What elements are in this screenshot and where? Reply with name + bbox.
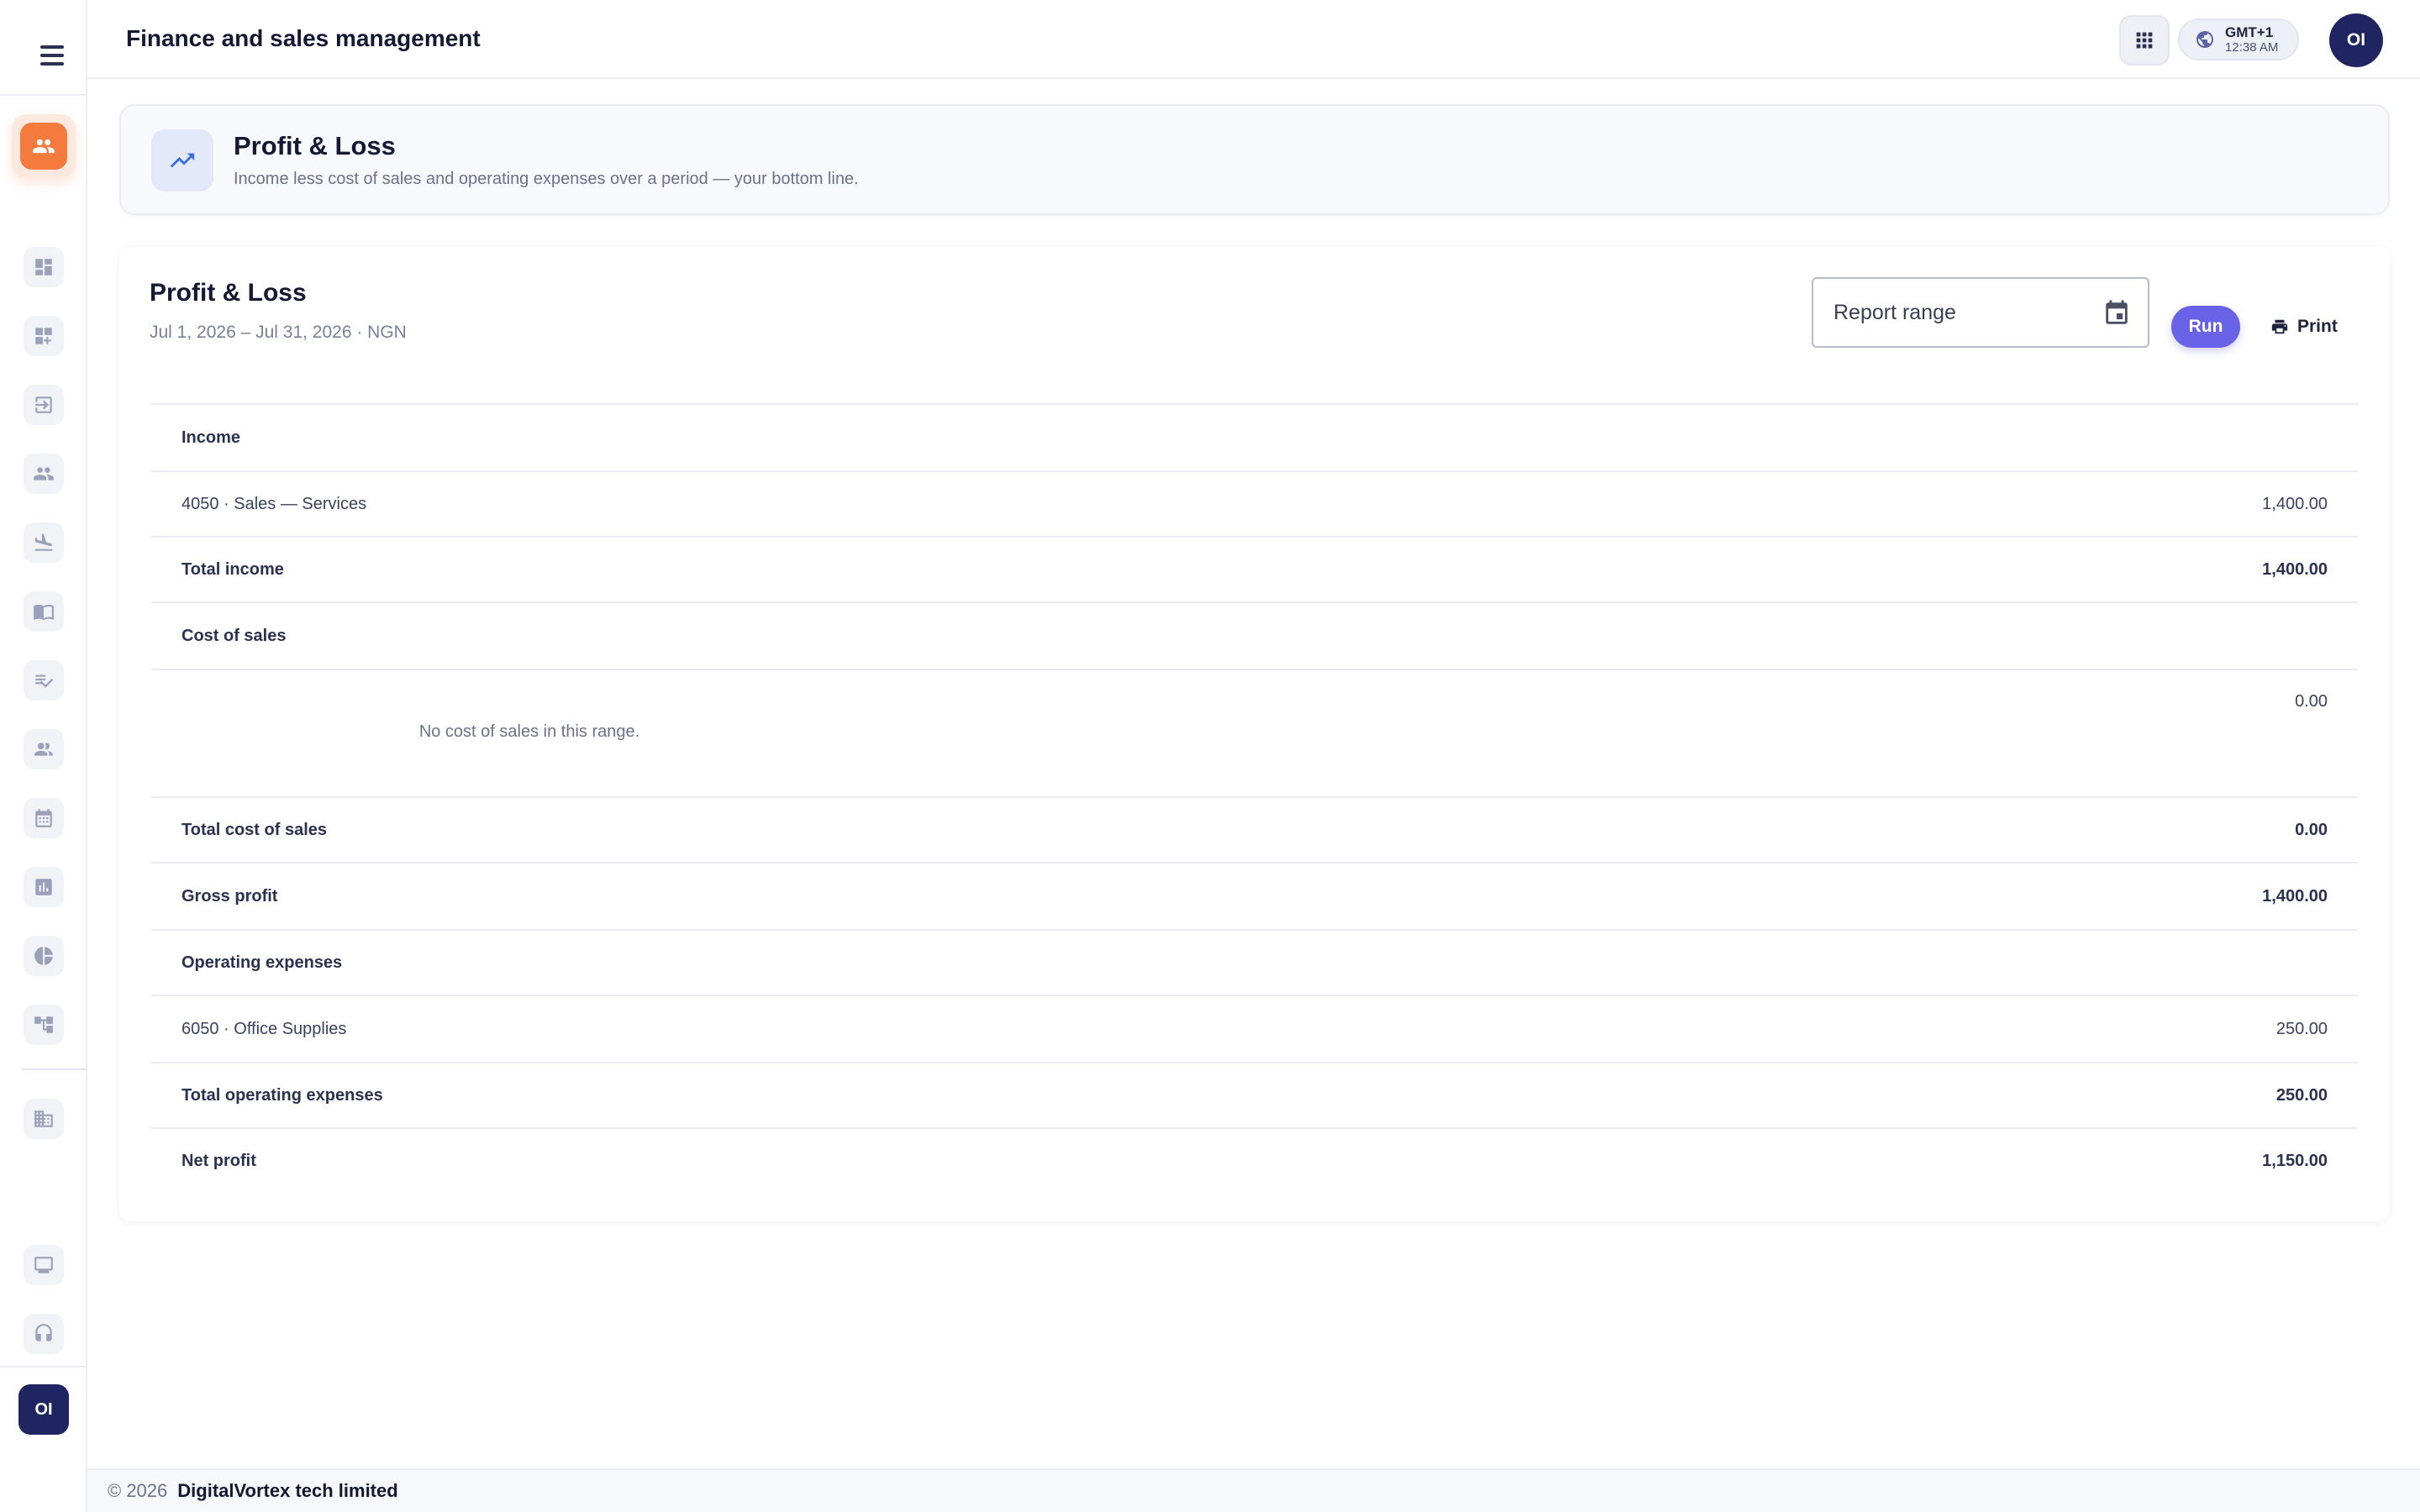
calendar-icon xyxy=(35,809,52,827)
globe-icon xyxy=(2196,31,2213,48)
print-button[interactable]: Print xyxy=(2270,306,2363,348)
pl-table: Income 4050 · Sales — Services 1,400.00 … xyxy=(151,403,2358,1193)
footer: © 2026 DigitalVortex tech limited xyxy=(87,1468,2420,1512)
sidebar-item-calendar[interactable] xyxy=(24,798,64,838)
sidebar-item-hierarchy[interactable] xyxy=(24,1005,64,1045)
timezone-pill[interactable]: GMT+1 12:38 AM xyxy=(2178,18,2299,60)
row-amount: 1,400.00 xyxy=(2262,886,2328,906)
sidebar-item-dashboard[interactable] xyxy=(24,247,64,287)
sidebar-item-desktop[interactable] xyxy=(24,1245,64,1285)
copyright-text: © 2026 xyxy=(108,1480,168,1501)
table-row: Income xyxy=(151,403,2358,470)
group-icon xyxy=(34,743,53,756)
row-amount: 250.00 xyxy=(2275,1019,2328,1038)
table-row: Operating expenses xyxy=(151,929,2358,995)
menu-book-icon xyxy=(34,604,54,621)
sidebar: OI xyxy=(0,0,87,1512)
sidebar-item-active-people[interactable] xyxy=(12,114,76,178)
menu-toggle-icon[interactable] xyxy=(35,39,69,72)
row-amount: 0.00 xyxy=(2295,692,2328,711)
table-row: Gross profit 1,400.00 xyxy=(151,862,2358,929)
table-row: Cost of sales xyxy=(151,601,2358,669)
people-icon xyxy=(33,139,55,154)
sidebar-item-pie-chart[interactable] xyxy=(24,936,64,976)
page-header-card: Profit & Loss Income less cost of sales … xyxy=(119,104,2390,215)
table-row: Net profit 1,150.00 xyxy=(151,1127,2358,1193)
sidebar-item-menu-book[interactable] xyxy=(24,591,64,632)
people-icon xyxy=(34,467,54,480)
run-button[interactable]: Run xyxy=(2171,306,2240,348)
sidebar-item-ledger[interactable] xyxy=(24,1099,64,1139)
sidebar-divider xyxy=(22,1068,86,1070)
report-title: Profit & Loss xyxy=(150,279,307,307)
user-avatar[interactable]: OI xyxy=(2329,13,2383,67)
hierarchy-icon xyxy=(34,1016,53,1033)
sidebar-item-support[interactable] xyxy=(24,1314,64,1354)
table-row: 6050 · Office Supplies 250.00 xyxy=(151,995,2358,1062)
row-amount: 1,400.00 xyxy=(2262,494,2328,513)
dashboard-add-icon xyxy=(35,328,52,344)
table-row: 4050 · Sales — Services 1,400.00 xyxy=(151,470,2358,536)
sidebar-divider xyxy=(0,94,86,96)
sidebar-item-people[interactable] xyxy=(24,454,64,494)
empty-message: No cost of sales in this range. xyxy=(418,722,640,741)
login-icon xyxy=(35,396,52,413)
bar-chart-icon xyxy=(35,879,52,895)
report-period: Jul 1, 2026 – Jul 31, 2026 · NGN xyxy=(150,323,407,342)
row-label: Total income xyxy=(182,559,284,579)
row-amount: 250.00 xyxy=(2275,1085,2328,1105)
flight-land-icon xyxy=(34,533,53,551)
apps-grid-icon xyxy=(2136,32,2153,49)
company-name: DigitalVortex tech limited xyxy=(177,1480,398,1501)
row-label: 6050 · Office Supplies xyxy=(182,1019,347,1038)
desktop-icon xyxy=(34,1257,53,1273)
app-title: Finance and sales management xyxy=(126,25,481,51)
table-row: Total cost of sales 0.00 xyxy=(151,796,2358,862)
apps-grid-button[interactable] xyxy=(2119,15,2170,66)
timezone-label: GMT+1 xyxy=(2225,24,2274,40)
pie-chart-icon xyxy=(34,947,53,965)
row-label: Operating expenses xyxy=(182,953,343,972)
time-label: 12:38 AM xyxy=(2225,40,2279,55)
row-label: Total operating expenses xyxy=(182,1085,383,1105)
row-amount: 1,400.00 xyxy=(2262,559,2328,579)
sidebar-item-dashboard-add[interactable] xyxy=(24,316,64,356)
row-label: Income xyxy=(182,428,241,447)
report-range-field[interactable] xyxy=(1812,277,2149,348)
sidebar-divider xyxy=(0,1366,86,1368)
sidebar-item-group[interactable] xyxy=(24,729,64,769)
report-card: Profit & Loss Jul 1, 2026 – Jul 31, 2026… xyxy=(119,247,2390,1221)
dashboard-icon xyxy=(35,259,52,276)
table-row: Total operating expenses 250.00 xyxy=(151,1062,2358,1127)
playlist-check-icon xyxy=(35,675,54,688)
sidebar-avatar[interactable]: OI xyxy=(18,1384,69,1435)
top-header: Finance and sales management GMT+1 12:38… xyxy=(87,0,2420,79)
calendar-icon[interactable] xyxy=(2102,299,2131,328)
row-amount: 1,150.00 xyxy=(2262,1151,2328,1170)
print-icon xyxy=(2271,319,2288,334)
table-row-empty: 0.00 No cost of sales in this range. xyxy=(151,669,2358,796)
row-amount: 0.00 xyxy=(2295,820,2328,839)
row-label: Gross profit xyxy=(182,886,278,906)
print-label: Print xyxy=(2297,317,2338,336)
support-icon xyxy=(35,1324,52,1341)
sidebar-item-login[interactable] xyxy=(24,385,64,425)
page-subtitle: Income less cost of sales and operating … xyxy=(234,170,859,188)
sidebar-item-flight-land[interactable] xyxy=(24,522,64,563)
row-label: 4050 · Sales — Services xyxy=(182,494,367,513)
sidebar-item-bar-chart[interactable] xyxy=(24,867,64,907)
sidebar-item-playlist-check[interactable] xyxy=(24,660,64,701)
row-label: Net profit xyxy=(182,1151,256,1170)
table-row: Total income 1,400.00 xyxy=(151,536,2358,601)
ledger-icon xyxy=(34,1110,53,1127)
row-label: Cost of sales xyxy=(182,626,287,645)
report-range-input[interactable] xyxy=(1833,300,2086,325)
trending-up-icon xyxy=(151,129,213,192)
page-title: Profit & Loss xyxy=(234,131,396,160)
row-label: Total cost of sales xyxy=(182,820,328,839)
